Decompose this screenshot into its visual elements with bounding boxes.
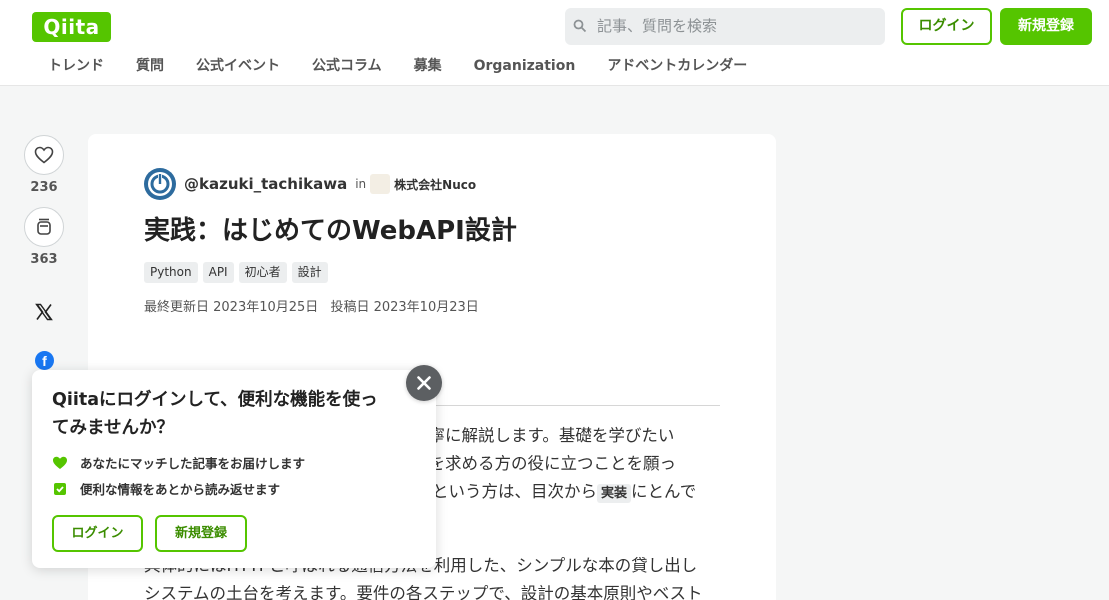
stock-check-icon <box>54 482 66 495</box>
prompt-login-button[interactable]: ログイン <box>52 515 143 552</box>
nav-advent-calendar[interactable]: アドベントカレンダー <box>591 52 763 80</box>
action-rail: 236 363 f B! ••• <box>24 135 64 469</box>
tag-api[interactable]: API <box>202 262 234 283</box>
author-avatar[interactable] <box>144 168 176 200</box>
search-icon <box>573 19 587 33</box>
stock-icon <box>37 218 51 235</box>
tag-python[interactable]: Python <box>144 262 198 283</box>
x-share-icon[interactable] <box>35 303 53 321</box>
article-title: 実践：はじめてのWebAPI設計 <box>144 216 517 246</box>
heart-icon <box>53 456 67 469</box>
inline-code: 実装 <box>597 484 632 503</box>
power-icon <box>148 172 172 196</box>
nav-organization[interactable]: Organization <box>458 52 592 80</box>
nav-official-events[interactable]: 公式イベント <box>180 52 296 80</box>
tag-design[interactable]: 設計 <box>291 262 328 283</box>
login-prompt-title: Qiitaにログインして、便利な機能を使ってみませんか？ <box>52 390 378 438</box>
nav-questions[interactable]: 質問 <box>120 52 180 80</box>
nav-recruitment[interactable]: 募集 <box>398 52 458 80</box>
login-prompt: Qiitaにログインして、便利な機能を使ってみませんか？ あなたにマッチした記事… <box>32 370 436 568</box>
organization-name[interactable]: 株式会社Nuco <box>394 176 476 193</box>
close-prompt-button[interactable] <box>406 365 442 401</box>
posted-date: 投稿日 2023年10月23日 <box>330 300 479 315</box>
like-count: 236 <box>30 180 58 195</box>
updated-date: 最終更新日 2023年10月25日 <box>144 300 319 315</box>
stock-button[interactable] <box>24 207 64 247</box>
main-nav: トレンド 質問 公式イベント 公式コラム 募集 Organization アドベ… <box>32 52 763 80</box>
search-placeholder: 記事、質問を検索 <box>597 17 718 35</box>
login-button[interactable]: ログイン <box>901 8 992 45</box>
nav-official-columns[interactable]: 公式コラム <box>296 52 398 80</box>
organization-logo-icon[interactable] <box>370 174 391 194</box>
author-line: @kazuki_tachikawa in 株式会社Nuco <box>144 168 476 200</box>
like-button[interactable] <box>24 135 64 175</box>
heart-icon <box>34 146 54 164</box>
author-name[interactable]: @kazuki_tachikawa <box>184 175 347 193</box>
tag-list: Python API 初心者 設計 <box>144 262 333 283</box>
qiita-logo[interactable]: Qiita <box>32 12 111 42</box>
article-dates: 最終更新日 2023年10月25日 投稿日 2023年10月23日 <box>144 296 487 315</box>
stock-count: 363 <box>30 252 58 267</box>
signup-button[interactable]: 新規登録 <box>1000 8 1092 45</box>
search-input[interactable]: 記事、質問を検索 <box>565 8 885 45</box>
feature-item: あなたにマッチした記事をお届けします <box>52 453 305 472</box>
close-icon <box>417 376 431 390</box>
feature-item: 便利な情報をあとから読み返せます <box>52 479 280 498</box>
facebook-share-icon[interactable]: f <box>35 351 54 370</box>
in-label: in <box>355 177 367 191</box>
tag-beginner[interactable]: 初心者 <box>238 262 287 283</box>
site-header: Qiita 記事、質問を検索 ログイン 新規登録 トレンド 質問 公式イベント … <box>0 0 1109 86</box>
prompt-signup-button[interactable]: 新規登録 <box>155 515 247 552</box>
nav-trend[interactable]: トレンド <box>32 52 120 80</box>
